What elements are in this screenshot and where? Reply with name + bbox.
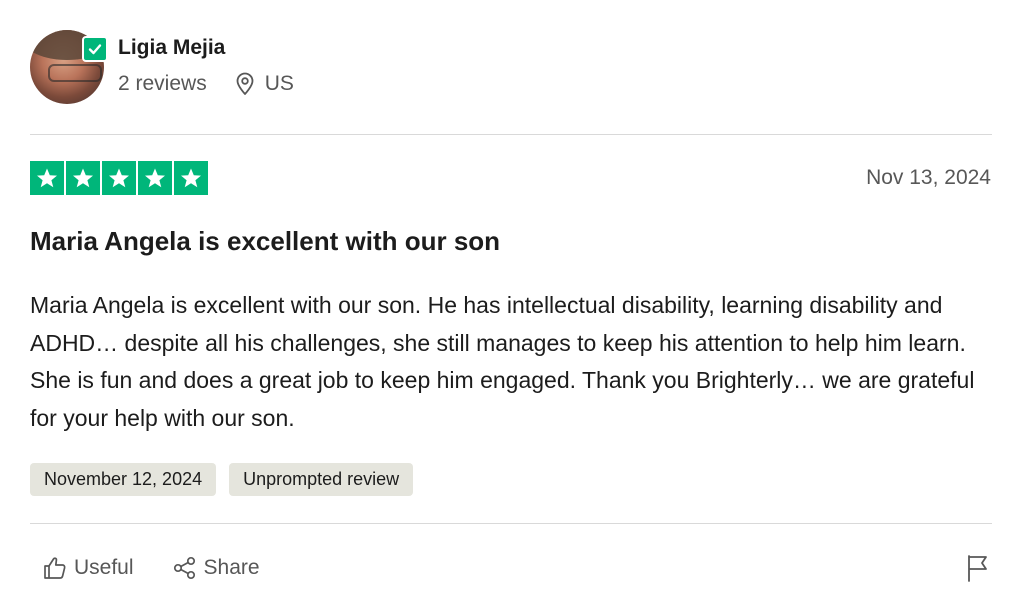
flag-icon xyxy=(968,555,987,582)
experience-date-tag: November 12, 2024 xyxy=(30,463,217,496)
share-button[interactable]: Share xyxy=(172,553,260,583)
divider xyxy=(30,523,992,524)
review-tags: November 12, 2024 Unprompted review xyxy=(30,463,414,496)
reviewer-info: Ligia Mejia 2 reviews US xyxy=(118,34,294,98)
reviewer-name[interactable]: Ligia Mejia xyxy=(118,34,294,62)
report-flag-button[interactable] xyxy=(965,553,991,588)
star-icon xyxy=(102,161,136,195)
country-label: US xyxy=(264,72,294,95)
review-actions: Useful Share xyxy=(42,553,260,583)
avatar-glasses xyxy=(48,64,102,82)
reviewer-meta: 2 reviews US xyxy=(118,70,294,98)
star-icon xyxy=(174,161,208,195)
verified-check-icon xyxy=(82,36,108,62)
star-rating xyxy=(30,161,208,195)
useful-label: Useful xyxy=(74,556,134,579)
star-icon xyxy=(138,161,172,195)
review-card: Ligia Mejia 2 reviews US Nov 13, 2024 Ma… xyxy=(0,0,1024,611)
share-label: Share xyxy=(203,556,260,579)
share-icon xyxy=(173,556,195,580)
location-pin-icon xyxy=(236,72,254,95)
reviews-count: 2 reviews xyxy=(118,72,207,95)
reviewer-country: US xyxy=(235,70,294,98)
useful-button[interactable]: Useful xyxy=(42,553,134,583)
reviewer-header: Ligia Mejia 2 reviews US xyxy=(30,30,294,104)
thumbs-up-icon xyxy=(44,557,66,579)
star-icon xyxy=(30,161,64,195)
review-date: Nov 13, 2024 xyxy=(866,166,991,189)
avatar-container[interactable] xyxy=(30,30,108,104)
review-body: Maria Angela is excellent with our son. … xyxy=(30,292,975,431)
star-icon xyxy=(66,161,100,195)
review-title[interactable]: Maria Angela is excellent with our son xyxy=(30,224,500,258)
divider xyxy=(30,134,992,135)
unprompted-review-tag[interactable]: Unprompted review xyxy=(229,463,414,496)
